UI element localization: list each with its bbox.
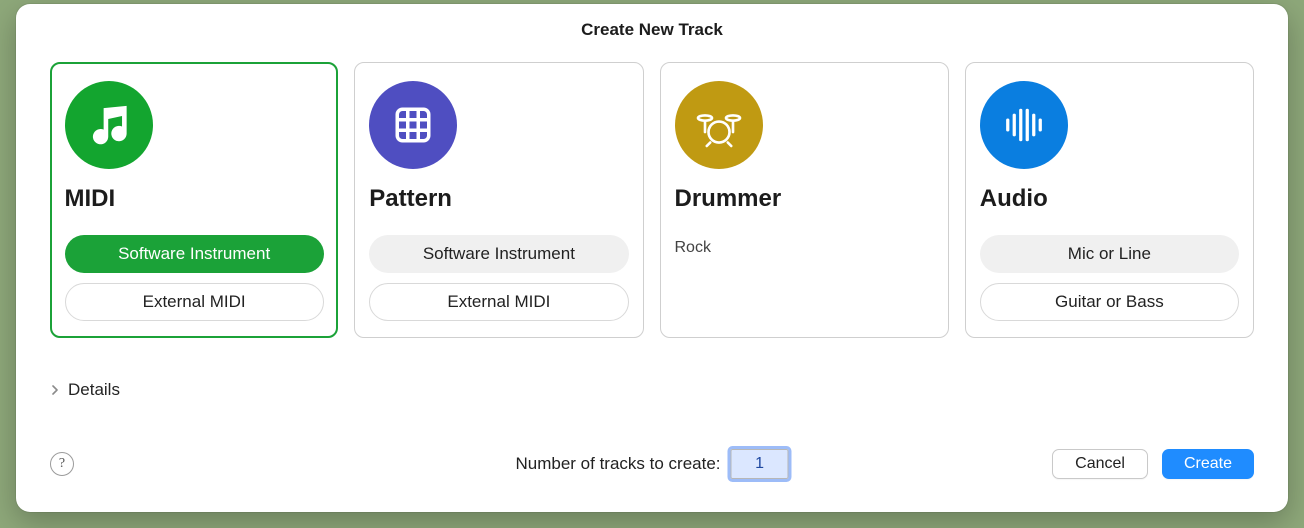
card-drummer[interactable]: Drummer Rock [660,62,949,338]
tracks-count-label: Number of tracks to create: [515,454,720,474]
bottom-bar: ? Number of tracks to create: Cancel Cre… [16,440,1288,512]
card-midi-title: MIDI [65,185,324,213]
midi-external-midi-button[interactable]: External MIDI [65,283,324,321]
help-button[interactable]: ? [50,452,74,476]
pattern-external-midi-button[interactable]: External MIDI [369,283,628,321]
drum-kit-icon [675,81,763,169]
midi-software-instrument-button[interactable]: Software Instrument [65,235,324,273]
audio-guitar-or-bass-button[interactable]: Guitar or Bass [980,283,1239,321]
new-track-sheet: Create New Track MIDI Software Instrumen… [16,4,1288,512]
card-pattern-title: Pattern [369,185,628,213]
track-type-cards: MIDI Software Instrument External MIDI P… [16,48,1288,344]
chevron-right-icon [50,385,60,395]
create-button[interactable]: Create [1162,449,1254,479]
waveform-icon [980,81,1068,169]
dialog-title: Create New Track [16,4,1288,48]
grid-icon [369,81,457,169]
card-midi[interactable]: MIDI Software Instrument External MIDI [50,62,338,338]
card-drummer-title: Drummer [675,185,934,213]
audio-mic-or-line-button[interactable]: Mic or Line [980,235,1239,273]
tracks-count-input[interactable] [731,449,789,479]
card-audio-title: Audio [980,185,1239,213]
details-disclosure[interactable]: Details [16,344,1288,400]
drummer-subtitle: Rock [675,239,934,257]
tracks-count-group: Number of tracks to create: [515,449,788,479]
card-pattern[interactable]: Pattern Software Instrument External MID… [354,62,643,338]
cancel-button[interactable]: Cancel [1052,449,1148,479]
music-note-icon [65,81,153,169]
details-label: Details [68,380,120,400]
card-audio[interactable]: Audio Mic or Line Guitar or Bass [965,62,1254,338]
pattern-software-instrument-button[interactable]: Software Instrument [369,235,628,273]
